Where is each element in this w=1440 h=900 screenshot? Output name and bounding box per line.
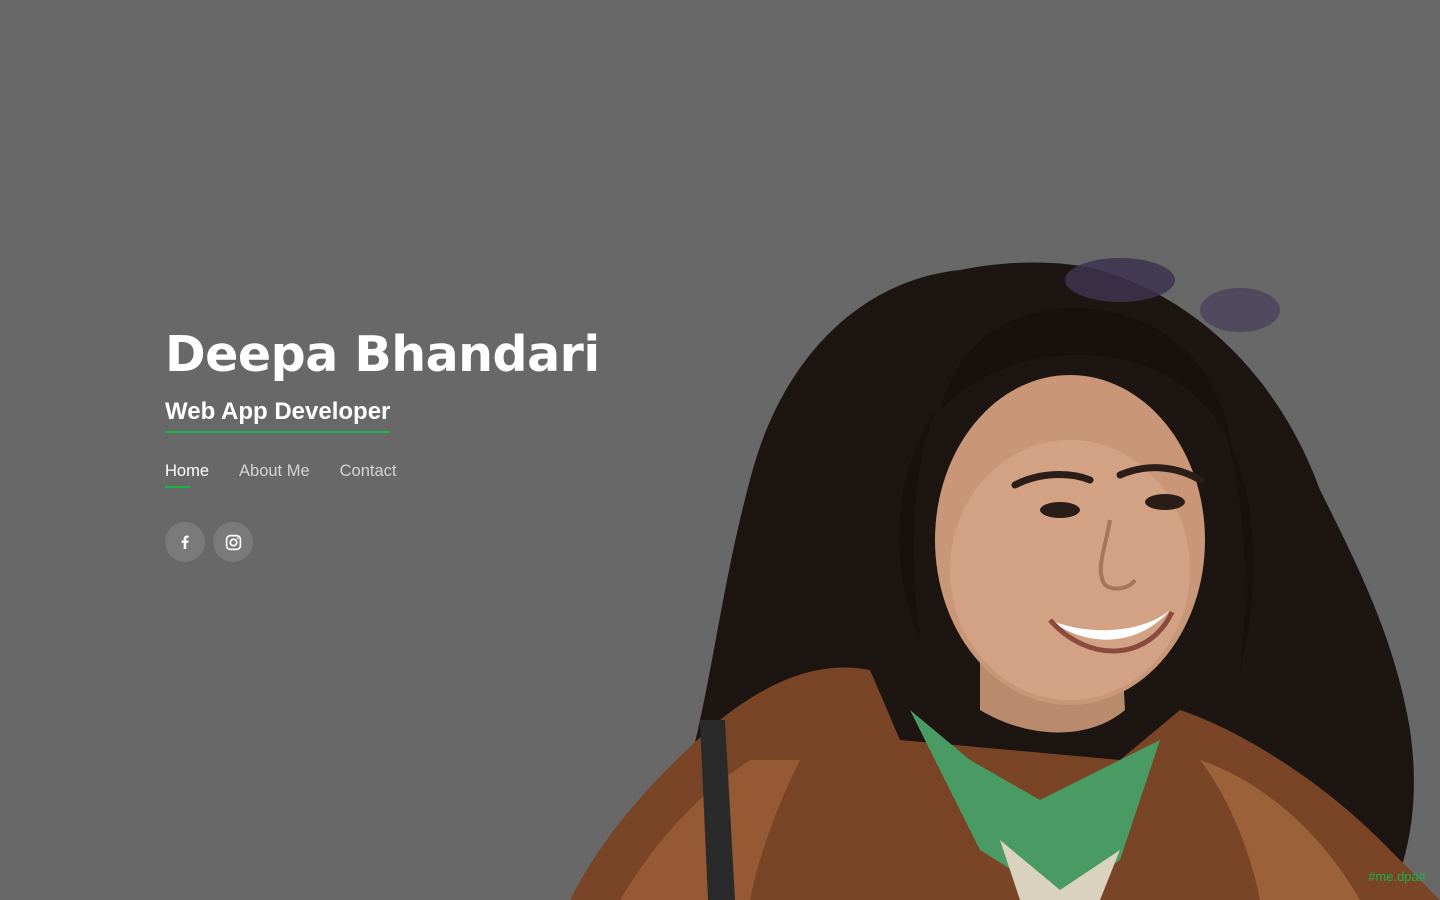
facebook-icon (181, 535, 189, 549)
profile-role: Web App Developer (165, 398, 391, 433)
instagram-button[interactable] (213, 522, 253, 562)
watermark-text: #me.dpa# (1368, 869, 1426, 884)
instagram-icon (225, 534, 241, 550)
nav-item-about-me[interactable]: About Me (239, 461, 310, 487)
profile-photo (570, 258, 1440, 900)
facebook-button[interactable] (165, 522, 205, 562)
role-container: Web App Developer (165, 398, 391, 433)
nav-item-contact[interactable]: Contact (340, 461, 397, 487)
nav-item-home[interactable]: Home (165, 461, 209, 488)
